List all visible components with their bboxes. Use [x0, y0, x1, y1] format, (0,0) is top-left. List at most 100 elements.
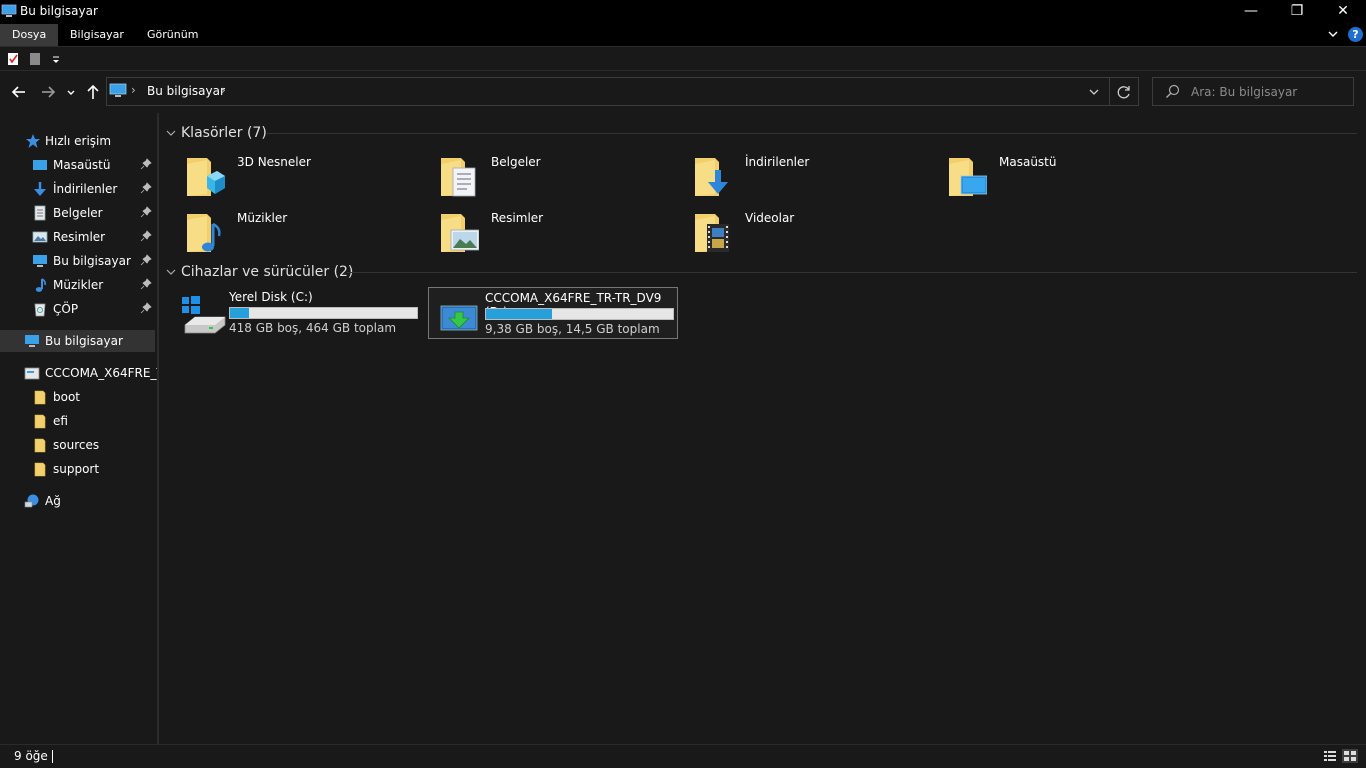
group-title: Klasörler (7) — [181, 125, 267, 141]
minimize-button[interactable]: — — [1228, 0, 1274, 24]
tab-bilgisayar[interactable]: Bilgisayar — [58, 24, 136, 46]
sidebar-item-label: Belgeler — [53, 206, 103, 220]
forward-arrow-icon[interactable] — [39, 83, 57, 101]
drive-c[interactable]: Yerel Disk (C:) 418 GB boş, 464 GB topla… — [173, 287, 423, 339]
help-icon[interactable]: ? — [1348, 27, 1363, 42]
collapse-chevron-icon[interactable] — [165, 127, 177, 139]
pin-icon[interactable] — [140, 158, 152, 170]
drive-label: Yerel Disk (C:) — [229, 290, 313, 304]
search-input[interactable] — [1191, 82, 1349, 101]
folder-documents[interactable]: Belgeler — [419, 149, 669, 203]
properties-icon[interactable] — [7, 52, 20, 66]
folder-label: Videolar — [745, 211, 795, 225]
pin-icon[interactable] — [140, 182, 152, 194]
folder-downloads[interactable]: İndirilenler — [673, 149, 923, 203]
maximize-button[interactable]: ❐ — [1274, 0, 1320, 24]
status-divider — [52, 750, 53, 763]
tab-dosya[interactable]: Dosya — [0, 24, 59, 46]
folder-desktop[interactable]: Masaüstü — [927, 149, 1177, 203]
customize-toolbar-icon[interactable] — [51, 52, 61, 66]
address-history-chevron-icon[interactable] — [1087, 85, 1101, 99]
drive-space-info: 9,38 GB boş, 14,5 GB toplam — [485, 322, 660, 336]
refresh-icon[interactable] — [1115, 83, 1133, 101]
item-count: 9 öğe — [14, 749, 48, 763]
main-content: Klasörler (7) 3D Nesneler Belgeler İndir… — [159, 113, 1366, 744]
sidebar-item-quick-access[interactable]: Hızlı erişim — [0, 130, 157, 152]
downloads-folder-icon — [695, 158, 728, 196]
breadcrumb-this-pc[interactable]: Bu bilgisayar — [147, 84, 225, 98]
folder-label: Belgeler — [491, 155, 541, 169]
sidebar-item-label: Masaüstü — [53, 158, 111, 172]
group-header-drives[interactable]: Cihazlar ve sürücüler (2) — [165, 261, 353, 283]
folder-label: Müzikler — [237, 211, 288, 225]
sidebar-item-label: CCCOMA_X64FRE_TR — [45, 366, 157, 380]
navigation-bar: › Bu bilgisayar › — [0, 71, 1366, 113]
expand-ribbon-chevron-icon[interactable] — [1326, 27, 1340, 41]
search-icon — [1166, 84, 1180, 99]
desktop-icon — [33, 160, 47, 170]
sidebar-item-downloads[interactable]: İndirilenler — [0, 178, 157, 200]
computer-icon — [1, 4, 17, 17]
sidebar-item-desktop[interactable]: Masaüstü — [0, 154, 157, 176]
drive-usage-fill — [486, 309, 552, 319]
folder-label: Masaüstü — [999, 155, 1057, 169]
sidebar-item-label: efi — [53, 414, 68, 428]
sidebar-item-recycle-bin[interactable]: ÇÖP — [0, 298, 157, 320]
drive-d[interactable]: CCCOMA_X64FRE_TR-TR_DV9 (D:) 9,38 GB boş… — [428, 287, 678, 339]
sidebar-item-music[interactable]: Müzikler — [0, 274, 157, 296]
large-icons-view-icon[interactable] — [1342, 749, 1358, 763]
download-icon — [34, 182, 46, 196]
breadcrumb-separator[interactable]: › — [221, 83, 226, 97]
music-icon — [35, 278, 46, 292]
drive-usage-bar — [229, 307, 418, 319]
music-folder-icon — [187, 214, 221, 252]
recycle-bin-icon — [34, 303, 46, 317]
pin-icon[interactable] — [140, 206, 152, 218]
sidebar-item-network[interactable]: Ağ — [0, 490, 157, 512]
computer-icon — [25, 335, 39, 347]
folder-videos[interactable]: Videolar — [673, 205, 923, 259]
pin-icon[interactable] — [140, 278, 152, 290]
new-folder-icon[interactable] — [29, 52, 42, 66]
recent-locations-chevron-icon[interactable] — [64, 83, 78, 101]
sidebar-item-documents[interactable]: Belgeler — [0, 202, 157, 224]
details-view-icon[interactable] — [1322, 749, 1338, 763]
folder-3d-objects[interactable]: 3D Nesneler — [165, 149, 415, 203]
sidebar-item-this-pc[interactable]: Bu bilgisayar — [0, 330, 155, 352]
group-header-folders[interactable]: Klasörler (7) — [165, 122, 267, 144]
folder-music[interactable]: Müzikler — [165, 205, 415, 259]
tab-gorunum[interactable]: Görünüm — [135, 24, 210, 46]
up-arrow-icon[interactable] — [84, 83, 102, 101]
computer-icon — [109, 83, 127, 97]
pin-icon[interactable] — [140, 230, 152, 242]
folder-icon — [34, 390, 46, 405]
quick-access-toolbar — [0, 47, 1366, 71]
collapse-chevron-icon[interactable] — [165, 266, 177, 278]
breadcrumb-separator[interactable]: › — [131, 83, 136, 97]
sidebar-item-label: Hızlı erişim — [45, 134, 112, 148]
back-arrow-icon[interactable] — [10, 83, 28, 101]
folder-pictures[interactable]: Resimler — [419, 205, 669, 259]
sidebar-item-label: Müzikler — [53, 278, 104, 292]
sidebar-item-dvd-drive[interactable]: CCCOMA_X64FRE_TR — [0, 362, 157, 384]
sidebar-item-this-pc-pinned[interactable]: Bu bilgisayar — [0, 250, 157, 272]
search-box[interactable] — [1152, 77, 1354, 106]
close-button[interactable]: ✕ — [1320, 0, 1366, 24]
address-bar[interactable]: › Bu bilgisayar › — [106, 77, 1139, 106]
sidebar-item-folder-efi[interactable]: efi — [0, 410, 157, 432]
videos-folder-icon — [695, 214, 729, 252]
navigation-pane: Hızlı erişim Masaüstü İndirilenler Belge… — [0, 113, 157, 744]
sidebar-item-pictures[interactable]: Resimler — [0, 226, 157, 248]
sidebar-item-label: support — [53, 462, 100, 476]
sidebar-item-folder-boot[interactable]: boot — [0, 386, 157, 408]
group-divider — [347, 272, 1357, 273]
dvd-drive-icon — [24, 367, 40, 380]
pictures-folder-icon — [441, 214, 479, 252]
title-bar: Bu bilgisayar — ❐ ✕ — [0, 0, 1366, 24]
sidebar-item-folder-support[interactable]: support — [0, 458, 157, 480]
pin-icon[interactable] — [140, 302, 152, 314]
pin-icon[interactable] — [140, 254, 152, 266]
sidebar-item-label: sources — [53, 438, 100, 452]
status-bar: 9 öğe — [0, 744, 1366, 768]
sidebar-item-folder-sources[interactable]: sources — [0, 434, 157, 456]
